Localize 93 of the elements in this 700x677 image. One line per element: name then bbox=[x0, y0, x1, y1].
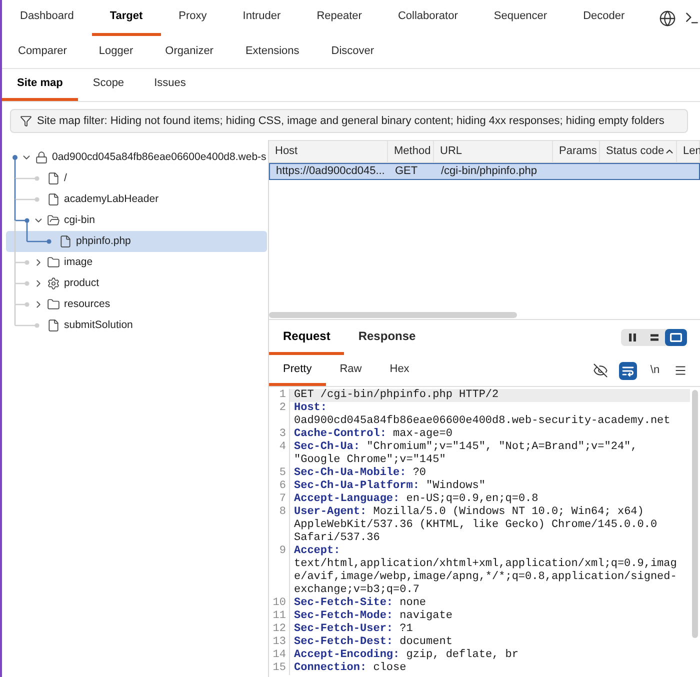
columns-icon bbox=[628, 333, 636, 342]
file-icon bbox=[46, 319, 60, 332]
line-number: 9 bbox=[279, 545, 286, 558]
tree-item[interactable]: cgi-bin bbox=[6, 210, 267, 231]
tool-tab[interactable]: Comparer bbox=[2, 38, 83, 68]
code-line: Sec-Fetch-Mode: navigate bbox=[293, 610, 454, 623]
single-pane-icon bbox=[670, 333, 682, 342]
globe-icon[interactable] bbox=[659, 10, 676, 26]
horizontal-scrollbar[interactable] bbox=[269, 312, 517, 318]
file-icon bbox=[46, 193, 60, 206]
tree-item[interactable]: submitSolution bbox=[6, 315, 267, 336]
eye-slash-icon bbox=[593, 363, 608, 378]
column-header[interactable]: URL bbox=[434, 141, 553, 162]
tool-tab[interactable]: Organizer bbox=[149, 38, 230, 68]
sub-tab[interactable]: Issues bbox=[139, 69, 201, 101]
menu-icon bbox=[674, 364, 686, 377]
code-line: Cache-Control: max-age=0 bbox=[293, 428, 454, 441]
table-cell-text: https://0ad900cd045... bbox=[275, 164, 385, 180]
column-header[interactable]: Method bbox=[388, 141, 434, 162]
tree-item[interactable]: academyLabHeader bbox=[6, 189, 267, 210]
view-tab[interactable]: Hex bbox=[376, 355, 424, 386]
line-number: 10 bbox=[272, 597, 286, 610]
line-number: 14 bbox=[272, 649, 286, 662]
tree-item[interactable]: resources bbox=[6, 294, 267, 315]
open-folder-icon bbox=[46, 214, 60, 227]
tool-tab[interactable]: Decoder bbox=[565, 0, 643, 36]
tree-node-dot bbox=[12, 155, 18, 160]
line-number: 3 bbox=[279, 428, 286, 441]
site-map-filter-bar[interactable]: Site map filter: Hiding not found items; hiding CSS, image and general binary content; hiding 4xx responses; hiding empty folders bbox=[10, 109, 688, 133]
tree-item[interactable]: 0ad900cd045a84fb86eae06600e400d8.web-s bbox=[6, 147, 267, 168]
column-header[interactable]: Host bbox=[269, 141, 388, 162]
code-line: Sec-Ch-Ua: "Chromium";v="145", "Not;A=Brand";v="24", "Google Chrome";v="145" bbox=[293, 441, 638, 467]
column-header[interactable]: Status code bbox=[600, 141, 677, 162]
wrap-toggle[interactable] bbox=[619, 362, 637, 380]
lock-icon bbox=[34, 151, 48, 164]
tool-tab[interactable]: Proxy bbox=[160, 0, 225, 36]
wrap-lines-icon bbox=[622, 364, 634, 376]
line-number: 15 bbox=[272, 662, 286, 675]
file-icon bbox=[58, 235, 72, 248]
code-line: Connection: close bbox=[293, 662, 408, 675]
view-tab[interactable]: Raw bbox=[326, 355, 376, 386]
tool-tab[interactable]: Extensions bbox=[229, 38, 316, 68]
line-number: 2 bbox=[279, 402, 286, 415]
tool-tab[interactable]: Intruder bbox=[224, 0, 299, 36]
gear-icon bbox=[46, 277, 60, 290]
code-line: Sec-Ch-Ua-Platform: "Windows" bbox=[293, 480, 486, 493]
code-line: Sec-Fetch-Dest: document bbox=[293, 636, 454, 649]
table-cell-text: /cgi-bin/phpinfo.php bbox=[440, 164, 538, 180]
layout-toggle-button[interactable] bbox=[665, 329, 687, 346]
code-line: User-Agent: Mozilla/5.0 (Windows NT 10.0; Win64; x64) AppleWebKit/537.36 (KHTML, like Gecko) Chrome/145.0.0.0 Safari/537.36 bbox=[293, 506, 658, 545]
line-number: 7 bbox=[279, 493, 286, 506]
view-tab[interactable]: Pretty bbox=[269, 355, 326, 386]
table-row[interactable]: https://0ad900cd045... GET /cgi-bin/phpinfo.php bbox=[269, 163, 700, 180]
rows-icon bbox=[650, 333, 658, 342]
folder-icon bbox=[46, 298, 60, 311]
code-line: Sec-Ch-Ua-Mobile: ?0 bbox=[293, 467, 428, 480]
code-line: Accept-Encoding: gzip, deflate, br bbox=[293, 649, 520, 662]
terminal-icon[interactable] bbox=[684, 10, 700, 26]
newline-toggle[interactable]: \n bbox=[646, 362, 664, 380]
folder-icon bbox=[46, 256, 60, 269]
tool-tab[interactable]: Target bbox=[92, 0, 161, 36]
code-line: Sec-Fetch-User: ?1 bbox=[293, 623, 414, 636]
message-tab[interactable]: Request bbox=[269, 320, 344, 355]
tree-connector bbox=[14, 158, 40, 181]
tool-tab[interactable]: Collaborator bbox=[380, 0, 476, 36]
code-line: Accept-Language: en-US;q=0.9,en;q=0.8 bbox=[293, 493, 540, 506]
tool-tab[interactable]: Sequencer bbox=[476, 0, 566, 36]
tool-tab[interactable]: Repeater bbox=[298, 0, 380, 36]
code-line: Sec-Fetch-Site: none bbox=[293, 597, 428, 610]
line-number: 8 bbox=[279, 506, 286, 519]
line-number: 1 bbox=[279, 389, 286, 402]
file-icon bbox=[46, 172, 60, 185]
tool-tab[interactable]: Logger bbox=[82, 38, 150, 68]
sub-tab[interactable]: Scope bbox=[78, 69, 140, 101]
tool-tab[interactable]: Dashboard bbox=[2, 0, 92, 36]
line-number: 13 bbox=[272, 636, 286, 649]
filter-icon bbox=[20, 115, 32, 127]
message-tab[interactable]: Response bbox=[344, 320, 430, 355]
nonprintable-toggle[interactable] bbox=[591, 362, 610, 380]
sub-tab[interactable]: Site map bbox=[2, 69, 78, 101]
column-header[interactable]: Params bbox=[553, 141, 600, 162]
vertical-scrollbar[interactable] bbox=[692, 390, 698, 638]
tool-tab[interactable]: Discover bbox=[315, 38, 390, 68]
line-number: 12 bbox=[272, 623, 286, 636]
tree-item[interactable]: / bbox=[6, 168, 267, 189]
line-number: 11 bbox=[272, 610, 286, 623]
tree-item[interactable]: image bbox=[6, 252, 267, 273]
tree-item[interactable]: phpinfo.php bbox=[6, 231, 267, 252]
line-number: 6 bbox=[279, 480, 286, 493]
tree-item[interactable]: product bbox=[6, 273, 267, 294]
line-number: 4 bbox=[279, 441, 286, 454]
table-cell-text: GET bbox=[394, 164, 418, 180]
line-number: 5 bbox=[279, 467, 286, 480]
